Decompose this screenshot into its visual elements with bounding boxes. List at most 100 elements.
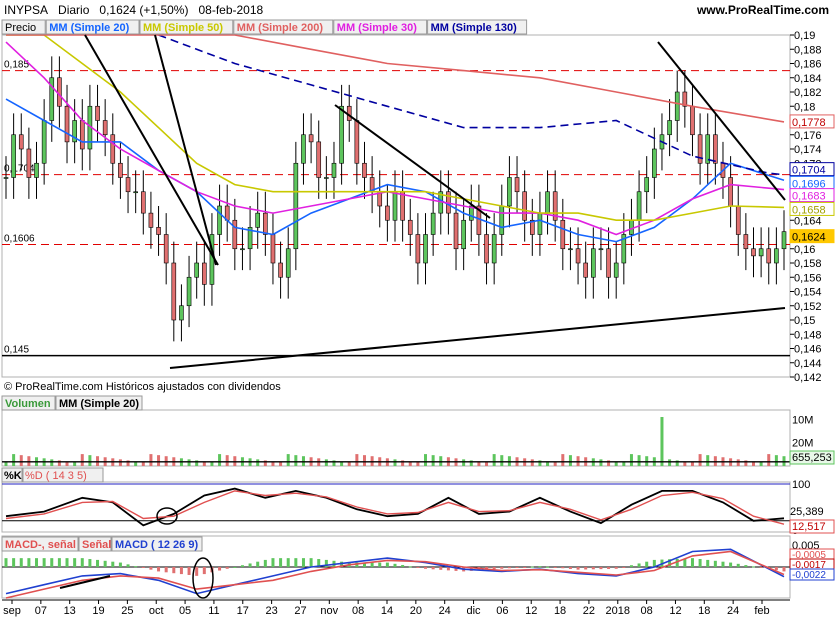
- macd-histogram-bar: [73, 558, 77, 567]
- macd-histogram-bar: [614, 567, 618, 569]
- macd-histogram-bar: [103, 560, 107, 567]
- x-axis-label: 25: [121, 605, 133, 617]
- volume-bar: [530, 459, 534, 466]
- macd-histogram-bar: [187, 567, 191, 575]
- macd-histogram-bar: [431, 567, 435, 570]
- macd-histogram-bar: [35, 558, 39, 567]
- macd-histogram-bar: [607, 567, 611, 569]
- candle-body: [118, 162, 123, 178]
- price-tick-label: 0,15: [794, 315, 815, 327]
- candle-body: [522, 191, 527, 221]
- macd-histogram-bar: [42, 558, 46, 567]
- candle-body: [331, 162, 337, 178]
- candle-body: [362, 162, 367, 178]
- candle-body: [18, 134, 24, 150]
- price-tick-label: 0,174: [794, 144, 822, 156]
- volume-bar: [568, 455, 572, 466]
- candle-body: [102, 120, 108, 136]
- candle-body: [392, 191, 398, 221]
- volume-bar: [416, 462, 420, 466]
- macd-histogram-bar: [50, 558, 54, 567]
- x-axis-label: 07: [35, 605, 47, 617]
- macd-histogram-bar: [584, 567, 588, 570]
- macd-histogram-bar: [19, 558, 23, 567]
- macd-histogram-bar: [629, 565, 633, 567]
- macd-histogram-bar: [126, 564, 130, 567]
- candle-body: [629, 219, 634, 235]
- macd-histogram-bar: [591, 567, 595, 570]
- volume-bar: [553, 462, 557, 466]
- macd-histogram-bar: [546, 566, 550, 568]
- candle-body: [461, 219, 466, 250]
- macd-histogram-bar: [111, 561, 115, 567]
- price-tick-label: 0,188: [794, 44, 822, 56]
- candle-body: [613, 262, 619, 278]
- volume-bar: [637, 455, 641, 466]
- macd-histogram-bar: [561, 567, 565, 569]
- legend-label: MM (Simple 20): [59, 398, 139, 410]
- x-axis-label: 22: [583, 605, 595, 617]
- volume-bar: [355, 454, 359, 466]
- reference-level-label: 0,145: [4, 345, 29, 356]
- candle-body: [125, 177, 131, 193]
- candle-body: [110, 134, 116, 164]
- price-value-tag-label: 0,1658: [792, 204, 826, 216]
- volume-bar: [599, 459, 603, 466]
- price-tick-label: 0,186: [794, 59, 822, 71]
- candle-body: [644, 177, 650, 193]
- volume-bar: [393, 459, 397, 466]
- volume-bar: [19, 455, 23, 466]
- candle-body: [163, 234, 169, 264]
- volume-bar: [424, 454, 428, 466]
- macd-histogram-bar: [279, 558, 283, 567]
- price-tick-label: 0,146: [794, 344, 822, 356]
- x-axis-label: 19: [92, 605, 104, 617]
- candle-body: [758, 248, 764, 257]
- macd-histogram-bar: [301, 558, 305, 567]
- candle-body: [499, 205, 505, 235]
- macd-histogram-bar: [172, 567, 176, 574]
- candle-body: [308, 134, 314, 143]
- candle-body: [263, 212, 268, 235]
- macd-histogram-bar: [4, 558, 8, 567]
- macd-histogram-bar: [309, 558, 313, 567]
- macd-histogram-bar: [179, 567, 183, 575]
- volume-bar: [759, 462, 763, 466]
- x-axis-label: 13: [64, 605, 76, 617]
- volume-bar: [706, 455, 710, 466]
- volume-bar: [225, 455, 229, 466]
- volume-bar: [561, 454, 565, 466]
- x-axis-label: 18: [698, 605, 710, 617]
- macd-histogram-bar: [195, 567, 199, 576]
- macd-histogram-bar: [88, 559, 92, 567]
- macd-histogram-bar: [164, 567, 168, 573]
- candle-body: [285, 248, 291, 278]
- macd-histogram-bar: [507, 567, 511, 569]
- macd-histogram-bar: [530, 566, 534, 568]
- volume-bar: [660, 417, 664, 466]
- chart-svg[interactable]: 0,142 0,144 0,146 0,148 0,15 0,152 0,154 0,156 0…: [0, 0, 835, 620]
- legend-label: MM (Simple 200): [237, 22, 324, 34]
- volume-bar: [485, 462, 489, 466]
- legend-label: MM (Simple 50): [143, 22, 223, 34]
- candle-body: [774, 248, 779, 264]
- candle-body: [743, 234, 749, 250]
- macd-histogram-bar: [225, 567, 229, 569]
- candle-body: [41, 120, 47, 164]
- x-axis-label: 2018: [606, 605, 630, 617]
- candle-body: [491, 234, 497, 264]
- volume-bar: [362, 455, 366, 466]
- volume-bar: [80, 454, 84, 466]
- legend-label: Señal: [82, 539, 111, 551]
- volume-bar: [118, 459, 122, 466]
- volume-bar: [4, 462, 8, 466]
- volume-bar: [462, 459, 466, 466]
- candle-body: [217, 205, 222, 235]
- macd-histogram-bar: [729, 562, 733, 567]
- candle-body: [560, 219, 566, 250]
- candle-body: [453, 212, 459, 250]
- chart-window: INYPSA Diario 0,1624 (+1,50%) 08-feb-201…: [0, 0, 835, 620]
- price-value-tag-label: 0,1778: [792, 117, 826, 129]
- price-tick-label: 0,156: [794, 272, 822, 284]
- volume-bar: [698, 454, 702, 466]
